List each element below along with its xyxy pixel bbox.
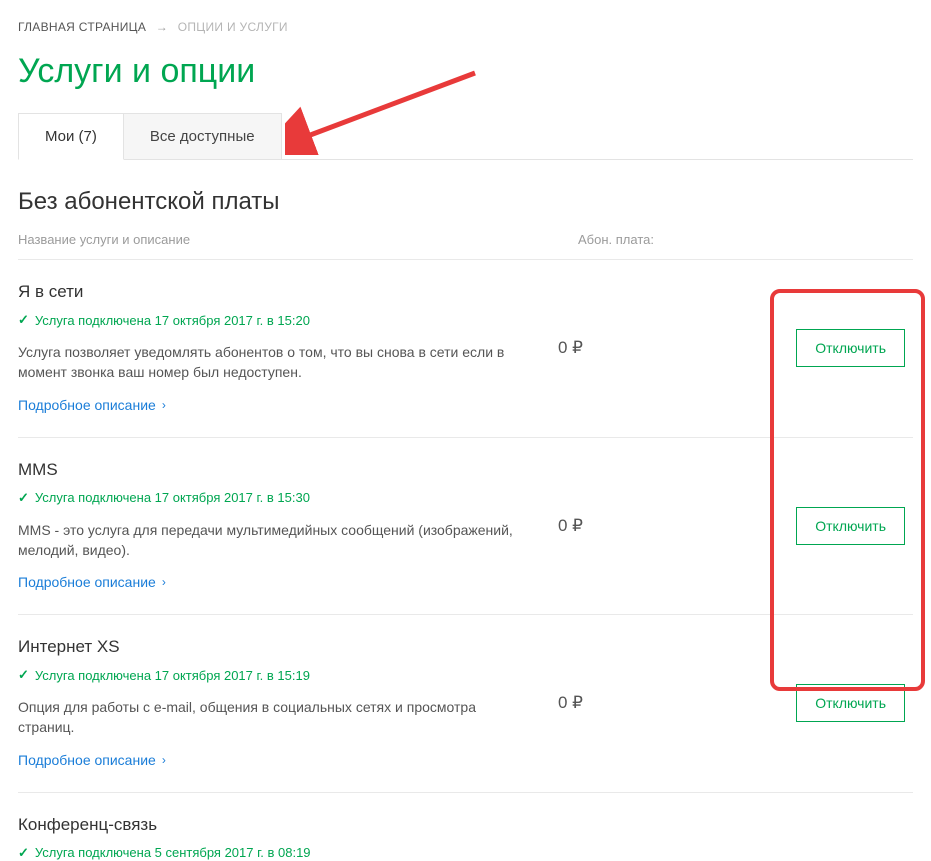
service-status-text: Услуга подключена 17 октября 2017 г. в 1…	[35, 490, 310, 505]
service-row: Конференц-связь ✓ Услуга подключена 5 се…	[18, 793, 913, 861]
service-status-text: Услуга подключена 17 октября 2017 г. в 1…	[35, 668, 310, 683]
service-more-label: Подробное описание	[18, 752, 156, 768]
breadcrumb-home[interactable]: ГЛАВНАЯ СТРАНИЦА	[18, 20, 146, 34]
service-fee: 0 ₽	[558, 338, 738, 358]
breadcrumb-arrow-icon: →	[156, 20, 168, 34]
service-row: MMS ✓ Услуга подключена 17 октября 2017 …	[18, 438, 913, 616]
breadcrumb-current: ОПЦИИ И УСЛУГИ	[178, 20, 288, 34]
breadcrumb: ГЛАВНАЯ СТРАНИЦА → ОПЦИИ И УСЛУГИ	[18, 20, 913, 34]
service-more-link[interactable]: Подробное описание ›	[18, 574, 166, 590]
service-description: Опция для работы с e-mail, общения в соц…	[18, 697, 518, 738]
service-status: ✓ Услуга подключена 17 октября 2017 г. в…	[18, 312, 538, 328]
chevron-right-icon: ›	[162, 753, 166, 767]
service-status: ✓ Услуга подключена 17 октября 2017 г. в…	[18, 667, 538, 683]
service-title: Конференц-связь	[18, 815, 538, 835]
disable-button[interactable]: Отключить	[796, 329, 905, 367]
service-status: ✓ Услуга подключена 5 сентября 2017 г. в…	[18, 845, 538, 861]
service-title: Интернет XS	[18, 637, 538, 657]
table-headers: Название услуги и описание Абон. плата:	[18, 232, 913, 247]
chevron-right-icon: ›	[162, 398, 166, 412]
disable-button[interactable]: Отключить	[796, 684, 905, 722]
tabs: Мои (7) Все доступные	[18, 113, 913, 160]
chevron-right-icon: ›	[162, 575, 166, 589]
check-icon: ✓	[18, 667, 29, 683]
service-row: Интернет XS ✓ Услуга подключена 17 октяб…	[18, 615, 913, 793]
service-title: Я в сети	[18, 282, 538, 302]
service-title: MMS	[18, 460, 538, 480]
check-icon: ✓	[18, 312, 29, 328]
check-icon: ✓	[18, 845, 29, 861]
service-row: Я в сети ✓ Услуга подключена 17 октября …	[18, 260, 913, 438]
service-description: MMS - это услуга для передачи мультимеди…	[18, 520, 518, 561]
tab-mine[interactable]: Мои (7)	[18, 113, 124, 160]
service-more-link[interactable]: Подробное описание ›	[18, 752, 166, 768]
service-status: ✓ Услуга подключена 17 октября 2017 г. в…	[18, 490, 538, 506]
tab-all-available[interactable]: Все доступные	[124, 113, 282, 160]
service-status-text: Услуга подключена 17 октября 2017 г. в 1…	[35, 313, 310, 328]
column-header-name: Название услуги и описание	[18, 232, 578, 247]
check-icon: ✓	[18, 490, 29, 506]
service-more-label: Подробное описание	[18, 397, 156, 413]
service-fee: 0 ₽	[558, 693, 738, 713]
service-more-label: Подробное описание	[18, 574, 156, 590]
service-more-link[interactable]: Подробное описание ›	[18, 397, 166, 413]
column-header-fee: Абон. плата:	[578, 232, 913, 247]
disable-button[interactable]: Отключить	[796, 507, 905, 545]
service-status-text: Услуга подключена 5 сентября 2017 г. в 0…	[35, 845, 311, 860]
service-fee: 0 ₽	[558, 516, 738, 536]
service-list: Я в сети ✓ Услуга подключена 17 октября …	[18, 259, 913, 861]
section-title: Без абонентской платы	[18, 188, 913, 216]
page-title: Услуги и опции	[18, 52, 913, 91]
service-description: Услуга позволяет уведомлять абонентов о …	[18, 342, 518, 383]
